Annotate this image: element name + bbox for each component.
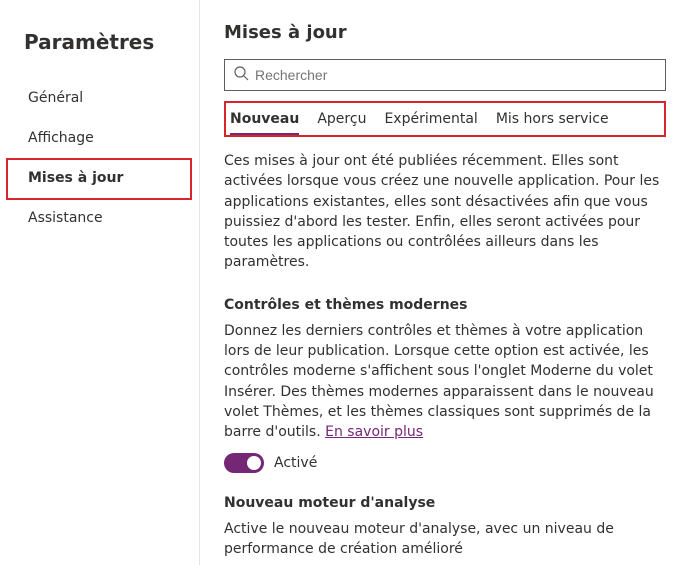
section-title-modern: Contrôles et thèmes modernes: [224, 297, 666, 313]
tab-retired[interactable]: Mis hors service: [496, 109, 609, 129]
section-analysis-engine: Nouveau moteur d'analyse Active le nouve…: [224, 495, 666, 565]
settings-sidebar: Paramètres Général Affichage Mises à jou…: [0, 0, 200, 565]
toggle-modern-controls[interactable]: [224, 453, 264, 473]
intro-text: Ces mises à jour ont été publiées récemm…: [224, 151, 666, 273]
search-box[interactable]: [224, 59, 666, 91]
main-panel: Mises à jour Nouveau Aperçu Expérimental…: [200, 0, 690, 565]
tab-experimental[interactable]: Expérimental: [384, 109, 477, 129]
toggle-row-modern: Activé: [224, 453, 666, 473]
section-desc-modern: Donnez les derniers contrôles et thèmes …: [224, 321, 666, 443]
sidebar-item-general[interactable]: Général: [0, 78, 199, 118]
page-title: Mises à jour: [224, 22, 666, 43]
tabs-highlight-box: Nouveau Aperçu Expérimental Mis hors ser…: [224, 101, 666, 137]
toggle-label-modern: Activé: [274, 455, 317, 471]
tab-new[interactable]: Nouveau: [230, 109, 299, 129]
update-tabs: Nouveau Aperçu Expérimental Mis hors ser…: [226, 109, 664, 129]
sidebar-title: Paramètres: [0, 30, 199, 78]
sidebar-item-support[interactable]: Assistance: [0, 198, 199, 238]
tab-preview[interactable]: Aperçu: [317, 109, 366, 129]
section-modern-controls: Contrôles et thèmes modernes Donnez les …: [224, 297, 666, 473]
search-icon: [233, 65, 249, 85]
learn-more-link[interactable]: En savoir plus: [325, 424, 423, 440]
search-input[interactable]: [255, 67, 657, 83]
section-desc-analysis: Active le nouveau moteur d'analyse, avec…: [224, 519, 666, 560]
sidebar-item-display[interactable]: Affichage: [0, 118, 199, 158]
section-title-analysis: Nouveau moteur d'analyse: [224, 495, 666, 511]
section-desc-modern-text: Donnez les derniers contrôles et thèmes …: [224, 323, 654, 440]
sidebar-item-updates[interactable]: Mises à jour: [0, 158, 199, 198]
